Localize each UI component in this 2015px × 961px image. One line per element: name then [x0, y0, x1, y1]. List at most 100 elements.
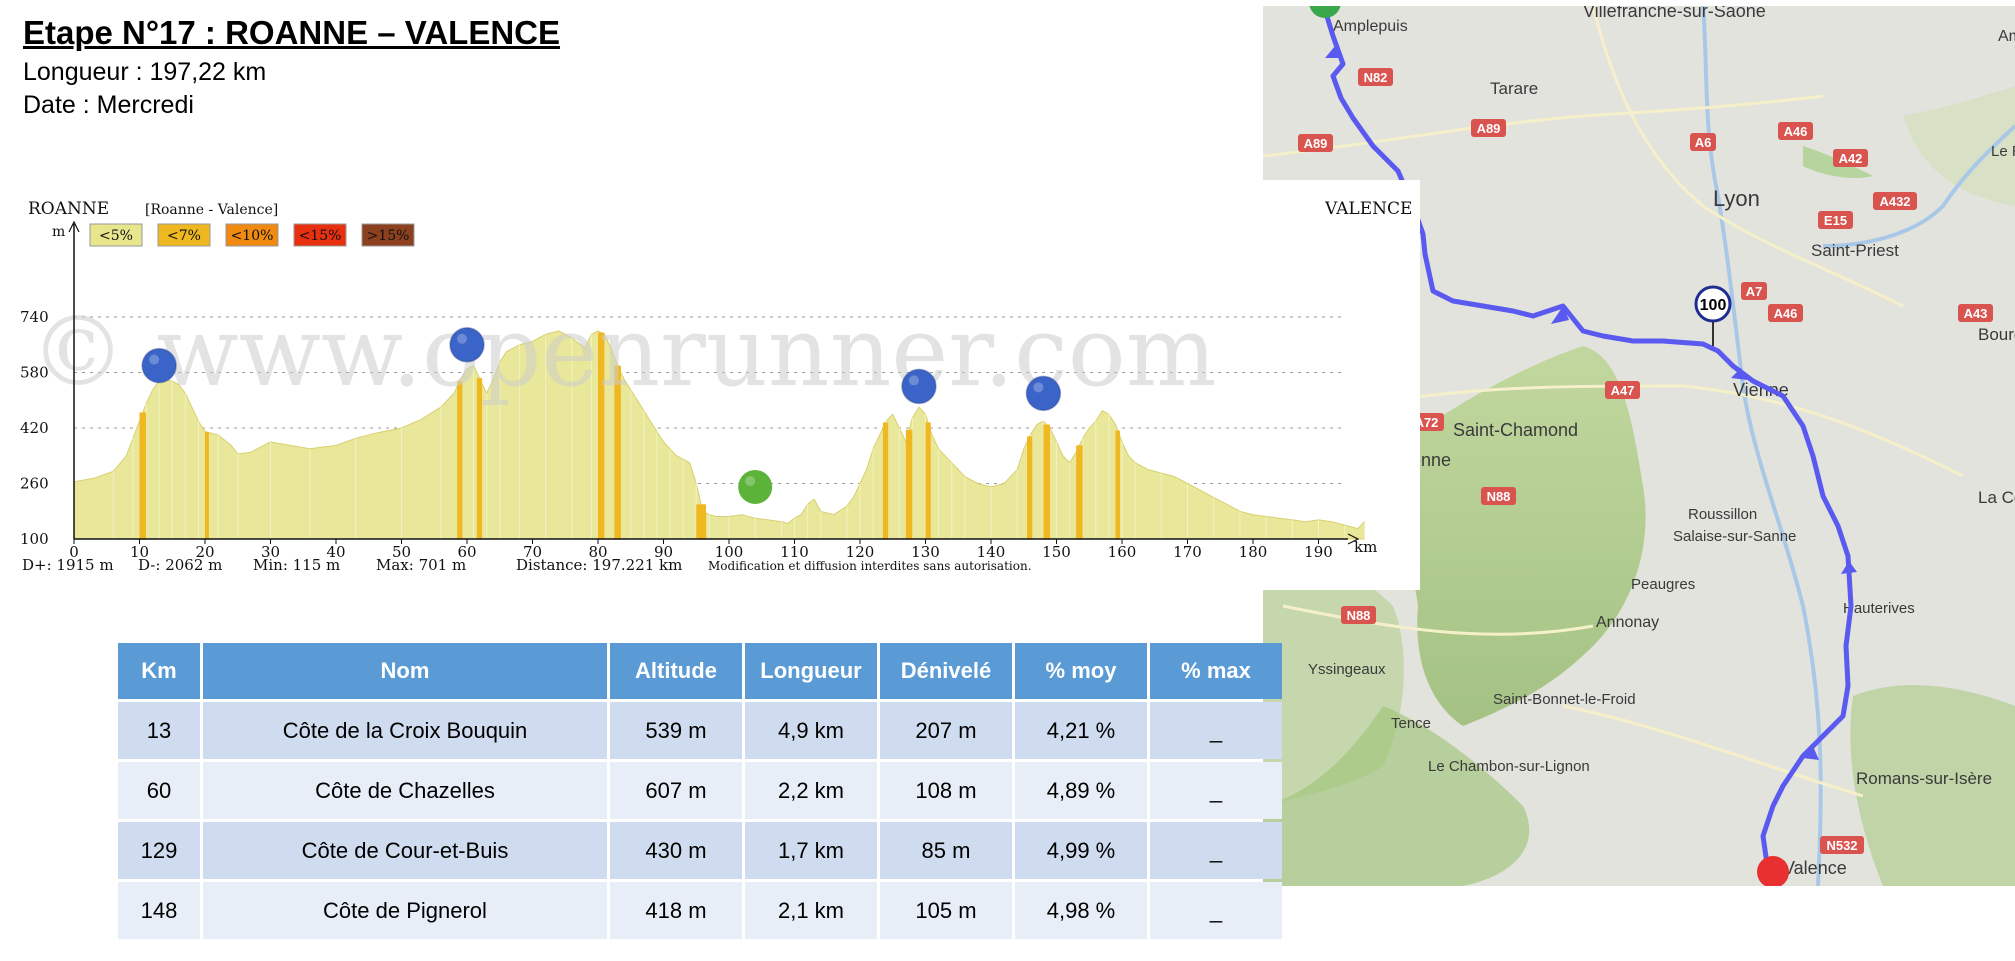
cell-max-grade: _: [1150, 882, 1282, 939]
stat-notice: Modification et diffusion interdites san…: [708, 559, 1032, 573]
cell-altitude: 418 m: [610, 882, 742, 939]
road-shield-label: A46: [1774, 306, 1798, 321]
map-place-label: Salaise-sur-Sanne: [1673, 528, 1796, 545]
legend-label: <10%: [231, 228, 274, 244]
map-place-label: Romans-sur-Isère: [1856, 769, 1992, 788]
legend-label: >15%: [367, 228, 410, 244]
profile-end-label: VALENCE: [1324, 199, 1412, 219]
road-shield-label: A46: [1784, 124, 1808, 139]
profile-stats: D+: 1915 m D-: 2062 m Min: 115 m Max: 70…: [22, 556, 1032, 574]
steep-band: [1115, 430, 1121, 539]
cell-name: Côte de Chazelles: [203, 762, 607, 819]
stage-date: Date : Mercredi: [23, 91, 560, 120]
road-shield-label: A42: [1839, 151, 1863, 166]
cell-elevation: 105 m: [880, 882, 1012, 939]
road-shield-label: A7: [1746, 284, 1763, 299]
map-place-label: Tence: [1391, 715, 1431, 732]
cell-km: 13: [118, 702, 200, 759]
stage-header: Etape N°17 : ROANNE – VALENCE Longueur :…: [23, 14, 560, 124]
map-place-label: La Côte-Saint: [1978, 488, 2015, 507]
marker-highlight: [1033, 382, 1044, 393]
map-place-label: Amplepuis: [1333, 18, 1408, 35]
y-tick-label: 260: [20, 475, 49, 493]
marker-highlight: [908, 375, 919, 386]
marker-highlight: [745, 475, 756, 486]
stat-d-plus: D+: 1915 m: [22, 556, 114, 574]
map-place-label: Valence: [1783, 858, 1847, 878]
road-shield-label: A47: [1611, 383, 1635, 398]
road-shield-label: A43: [1964, 306, 1988, 321]
steep-band: [1043, 424, 1050, 539]
table-header-row: Km Nom Altitude Longueur Dénivelé % moy …: [118, 643, 1282, 699]
road-shield-label: E15: [1824, 213, 1847, 228]
stage-length: Longueur : 197,22 km: [23, 58, 560, 87]
cell-km: 60: [118, 762, 200, 819]
map-place-label: Le Rh: [1991, 143, 2015, 160]
table-header-altitude: Altitude: [610, 643, 742, 699]
table-header-elevation: Dénivelé: [880, 643, 1012, 699]
table-row: 129 Côte de Cour-et-Buis 430 m 1,7 km 85…: [118, 822, 1282, 879]
stat-d-minus: D-: 2062 m: [138, 556, 222, 574]
sprint-marker: [738, 469, 773, 504]
marker-highlight: [457, 333, 467, 344]
cell-avg-grade: 4,98 %: [1015, 882, 1147, 939]
legend-label: <15%: [299, 228, 342, 244]
cell-name: Côte de Cour-et-Buis: [203, 822, 607, 879]
marker-highlight: [149, 354, 160, 365]
legend-label: <5%: [99, 228, 133, 244]
climb-marker: [901, 368, 937, 405]
steep-band: [205, 432, 209, 539]
y-tick-label: 580: [20, 364, 49, 382]
steep-band: [905, 429, 913, 539]
km-marker-label: 100: [1700, 297, 1727, 314]
map-place-label: Villefranche-sur-Saône: [1583, 6, 1766, 21]
steep-band: [139, 412, 147, 539]
y-tick-label: 420: [20, 419, 49, 437]
x-tick-label: 180: [1239, 543, 1268, 561]
y-tick-label: 740: [20, 308, 49, 326]
cell-km: 148: [118, 882, 200, 939]
stage-length-label: Longueur :: [23, 58, 150, 86]
cell-avg-grade: 4,99 %: [1015, 822, 1147, 879]
steep-band: [882, 422, 889, 539]
cell-length: 4,9 km: [745, 702, 877, 759]
legend-label: <7%: [167, 228, 201, 244]
stat-min: Min: 115 m: [253, 556, 340, 574]
profile-route-label: [Roanne - Valence]: [145, 202, 278, 218]
map-place-label: Le Chambon-sur-Lignon: [1428, 758, 1590, 775]
x-tick-label: 160: [1108, 543, 1137, 561]
steep-band: [696, 504, 707, 539]
cell-elevation: 207 m: [880, 702, 1012, 759]
cell-max-grade: _: [1150, 822, 1282, 879]
road-shield-label: N82: [1364, 70, 1388, 85]
cell-km: 129: [118, 822, 200, 879]
cell-length: 2,2 km: [745, 762, 877, 819]
stage-title: Etape N°17 : ROANNE – VALENCE: [23, 14, 561, 51]
cell-length: 2,1 km: [745, 882, 877, 939]
map-place-label: Saint-Priest: [1811, 241, 1899, 260]
table-row: 13 Côte de la Croix Bouquin 539 m 4,9 km…: [118, 702, 1282, 759]
road-shield-label: A89: [1477, 121, 1501, 136]
map-place-label: Roussillon: [1688, 506, 1757, 523]
map-place-label: Tarare: [1490, 79, 1538, 98]
cell-length: 1,7 km: [745, 822, 877, 879]
road-shield-label: A6: [1695, 135, 1712, 150]
climb-marker: [1025, 375, 1062, 412]
x-tick-label: 150: [1042, 543, 1071, 561]
y-tick-label: 100: [20, 530, 49, 548]
table-header-km: Km: [118, 643, 200, 699]
profile-x-unit: km: [1354, 538, 1377, 556]
road-shield-label: N88: [1347, 608, 1371, 623]
cell-elevation: 85 m: [880, 822, 1012, 879]
cell-avg-grade: 4,21 %: [1015, 702, 1147, 759]
steep-band: [1027, 436, 1033, 539]
map-place-label: Saint-Bonnet-le-Froid: [1493, 691, 1636, 708]
x-tick-label: 190: [1304, 543, 1333, 561]
cell-avg-grade: 4,89 %: [1015, 762, 1147, 819]
road-shield-label: N532: [1826, 838, 1857, 853]
stat-distance: Distance: 197.221 km: [516, 556, 682, 574]
stat-max: Max: 701 m: [376, 556, 466, 574]
cell-altitude: 607 m: [610, 762, 742, 819]
climbs-table: Km Nom Altitude Longueur Dénivelé % moy …: [115, 640, 1285, 942]
map-place-label: Peaugres: [1631, 576, 1695, 593]
